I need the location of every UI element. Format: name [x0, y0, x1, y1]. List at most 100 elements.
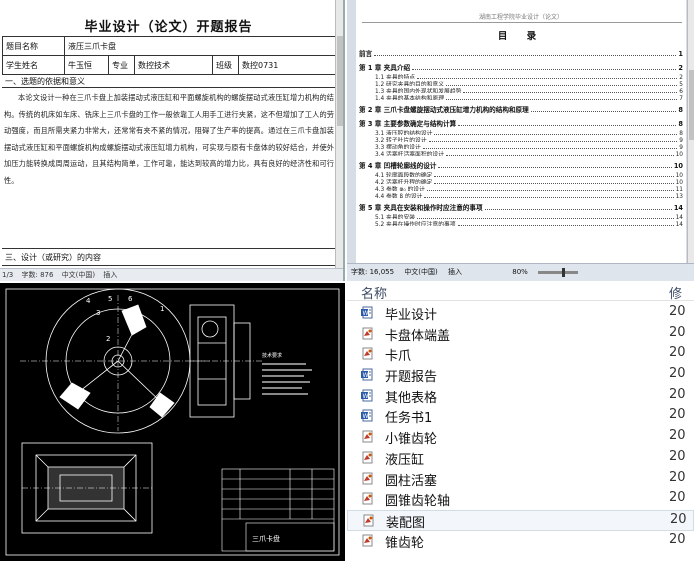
- toc-section-entry[interactable]: 1.1 夹具的特点 2: [359, 72, 683, 79]
- file-name: 卡爪: [385, 349, 412, 365]
- toc-list: 前言 1 第 1 章 夹具介绍 2 1.1 夹具的特点 2 1.2 研究夹具的目的和意义 5 1…: [359, 44, 683, 226]
- toc-section-entry[interactable]: 1.2 研究夹具的目的和意义 5: [359, 79, 683, 86]
- file-list-item[interactable]: W 任务书1 20: [347, 406, 694, 427]
- toc-chapter-entry[interactable]: 前言 1: [359, 48, 683, 58]
- toc-page-number: 1: [678, 50, 683, 58]
- file-name: 液压缸: [385, 452, 425, 468]
- proposal-body-text: 本论文设计一种在三爪卡盘上加装摆动式液压缸和平面螺旋机构的螺旋摆动式液压缸增力机…: [4, 93, 334, 185]
- toc-page-number: 11: [675, 187, 683, 191]
- file-list-item[interactable]: 圆锥齿轮轴 20: [347, 489, 694, 510]
- insert-mode[interactable]: 插入: [103, 269, 117, 281]
- file-modified-date: 20: [669, 490, 686, 506]
- cad-icon: [361, 347, 374, 360]
- technical-notes: 技术要求: [262, 352, 312, 395]
- toc-title: 目 录: [497, 31, 545, 42]
- toc-section-entry[interactable]: 4.3 参数 φ₀ 的设计 11: [359, 184, 683, 191]
- file-list-item[interactable]: 卡爪 20: [347, 344, 694, 365]
- file-list-item[interactable]: 液压缸 20: [347, 448, 694, 469]
- toc-section-entry[interactable]: 3.2 转子叶片的设计 9: [359, 135, 683, 142]
- file-name: 装配图: [386, 515, 426, 531]
- class-value: 数控0731: [238, 55, 337, 75]
- toc-section-entry[interactable]: 4.1 轮廓面段数的确定 10: [359, 170, 683, 177]
- toc-page-number: 8: [678, 120, 683, 128]
- file-list-item[interactable]: 小锥齿轮 20: [347, 427, 694, 448]
- file-list-item[interactable]: 卡盘体端盖 20: [347, 324, 694, 345]
- toc-section-entry[interactable]: 5.2 夹具在操作时应注意的事项 14: [359, 219, 683, 226]
- file-explorer-list: 名称 修 W 毕业设计 20 卡盘体端盖 20 卡爪 20 W 开题报告 20 W 其他表格 20 W 任务…: [347, 283, 694, 561]
- zoom-level[interactable]: 80%: [512, 264, 528, 281]
- toc-entry-label: 前言: [359, 50, 373, 58]
- file-modified-date: 20: [669, 386, 686, 402]
- toc-leader-dots: [426, 190, 674, 191]
- toc-chapter-entry[interactable]: 第 2 章 三爪卡盘螺旋摆动式液压缸增力机构的结构和原理 8: [359, 104, 683, 114]
- divider: [2, 87, 337, 88]
- toc-page-number: 8: [678, 106, 683, 114]
- toc-leader-dots: [374, 55, 677, 56]
- file-list-item[interactable]: W 其他表格 20: [347, 386, 694, 407]
- file-name: 毕业设计: [385, 308, 438, 323]
- toc-leader-dots: [446, 85, 678, 86]
- toc-entry-label: 3.4 活塞杆活塞面积的设计: [375, 152, 445, 156]
- table-row: 学生姓名 牛玉恒 专业 数控技术 班级 数控0731: [2, 55, 337, 75]
- toc-chapter-entry[interactable]: 第 4 章 凹槽轮廓线的设计 10: [359, 160, 683, 170]
- toc-section-entry[interactable]: 1.3 夹具的国内外现状和发展趋势 6: [359, 86, 683, 93]
- word-icon: W: [361, 389, 374, 402]
- page-header: 湖南工程学院毕业设计（论文）: [478, 14, 563, 21]
- toc-page-number: 14: [673, 204, 683, 212]
- column-header-modified[interactable]: 修: [669, 283, 682, 302]
- toc-entry-label: 第 4 章 凹槽轮廓线的设计: [359, 162, 437, 170]
- word-count[interactable]: 字数: 16,055: [351, 264, 394, 281]
- file-list-item[interactable]: 锥齿轮 20: [347, 531, 694, 552]
- language-indicator[interactable]: 中文(中国): [62, 269, 95, 281]
- toc-leader-dots: [446, 99, 678, 100]
- column-header-name[interactable]: 名称: [361, 283, 387, 302]
- student-label: 学生姓名: [2, 55, 65, 75]
- proposal-status-bar: 1/3 字数: 876 中文(中国) 插入: [0, 268, 343, 281]
- scrollbar-thumb[interactable]: [337, 36, 343, 126]
- toc-section-entry[interactable]: 5.1 夹具的安装 14: [359, 212, 683, 219]
- toc-section-entry[interactable]: 3.4 活塞杆活塞面积的设计 10: [359, 149, 683, 156]
- language-indicator[interactable]: 中文(中国): [404, 264, 437, 281]
- file-list-item[interactable]: W 毕业设计 20: [347, 303, 694, 324]
- toc-entry-label: 4.2 活塞杆升程的确定: [375, 180, 433, 184]
- vertical-scrollbar[interactable]: [687, 0, 694, 263]
- zoom-slider[interactable]: [538, 267, 579, 277]
- toc-page-number: 10: [675, 173, 683, 177]
- toc-leader-dots: [463, 92, 678, 93]
- toc-section-entry[interactable]: 4.2 活塞杆升程的确定 10: [359, 177, 683, 184]
- toc-page-number: 8: [679, 131, 683, 135]
- toc-chapter-entry[interactable]: 第 5 章 夹具在安装和操作时应注意的事项 14: [359, 202, 683, 212]
- toc-entry-label: 3.3 摆动角的设计: [375, 145, 421, 149]
- toc-chapter-entry[interactable]: 第 1 章 夹具介绍 2: [359, 62, 683, 72]
- file-list-item[interactable]: 装配图 20: [347, 509, 694, 531]
- cad-icon: [361, 492, 374, 505]
- cad-icon: [361, 327, 374, 340]
- toc-section-entry[interactable]: 3.3 摆动角的设计 9: [359, 142, 683, 149]
- toc-section-entry[interactable]: 3.1 液压腔的结构设计 8: [359, 128, 683, 135]
- scrollbar-thumb[interactable]: [689, 70, 694, 140]
- toc-page-number: 10: [673, 162, 683, 170]
- zoom-slider-knob[interactable]: [562, 267, 566, 277]
- toc-page-number: 14: [675, 215, 683, 219]
- toc-entry-label: 第 3 章 主要参数确定与结构计算: [359, 120, 457, 128]
- toc-page-number: 9: [679, 145, 683, 149]
- page-indicator[interactable]: 1/3: [2, 269, 13, 281]
- toc-entry-label: 3.1 液压腔的结构设计: [375, 131, 433, 135]
- file-name: 锥齿轮: [385, 535, 425, 551]
- toc-chapter-entry[interactable]: 第 3 章 主要参数确定与结构计算 8: [359, 118, 683, 128]
- insert-mode[interactable]: 插入: [448, 264, 462, 281]
- word-count[interactable]: 字数: 876: [22, 269, 54, 281]
- table-row: 题目名称 液压三爪卡盘: [2, 36, 337, 56]
- word-icon: W: [361, 306, 374, 319]
- file-list-item[interactable]: W 开题报告 20: [347, 365, 694, 386]
- student-value: 牛玉恒: [64, 55, 109, 75]
- vertical-scrollbar[interactable]: [335, 0, 343, 268]
- file-list-item[interactable]: 圆柱活塞 20: [347, 469, 694, 490]
- toc-section-entry[interactable]: 4.4 参数 β 的设计 13: [359, 191, 683, 198]
- toc-status-bar: 字数: 16,055 中文(中国) 插入 80%: [347, 263, 694, 281]
- file-modified-date: 20: [669, 469, 686, 485]
- toc-section-entry[interactable]: 1.4 夹具的基本结构和原理 7: [359, 93, 683, 100]
- toc-page-number: 13: [675, 194, 683, 198]
- toc-page-number: 7: [679, 96, 683, 100]
- cad-drawing-window[interactable]: 4 5 6 3 2 1 技术要求 三爪卡盘: [0, 283, 345, 561]
